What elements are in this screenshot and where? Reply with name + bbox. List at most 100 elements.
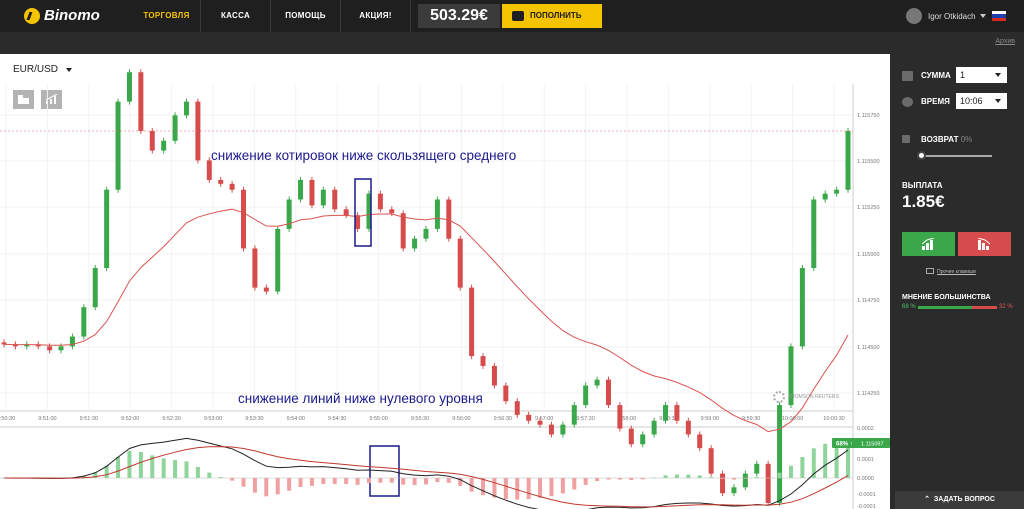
histogram-bar: [366, 478, 371, 484]
candle: [799, 268, 805, 347]
chevron-down-icon: [995, 99, 1001, 103]
candle: [172, 115, 178, 141]
histogram-bar: [526, 478, 531, 500]
candle: [811, 199, 817, 269]
x-tick-label: 9:52:00: [121, 416, 139, 422]
histogram-bar: [138, 451, 143, 478]
candle: [503, 385, 509, 402]
time-label: ВРЕМЯ: [921, 97, 950, 106]
x-tick-label: 9:54:30: [328, 416, 346, 422]
annotation-bottom: снижение линий ниже нулевого уровня: [238, 391, 483, 406]
candle: [663, 405, 669, 421]
chevron-up-icon: ⌃: [924, 496, 934, 503]
histogram-bar: [230, 478, 235, 481]
y-tick-label: 1.115000: [857, 252, 880, 258]
time-select[interactable]: 10:06: [956, 93, 1007, 109]
chevron-down-icon: [995, 73, 1001, 77]
x-tick-label: 9:55:30: [411, 416, 429, 422]
candle: [263, 287, 269, 292]
histogram-bar: [127, 450, 132, 478]
nav-cashier[interactable]: КАССА: [201, 0, 271, 32]
ask-question-button[interactable]: ⌃ ЗАДАТЬ ВОПРОС: [895, 491, 1024, 509]
refund-checkbox[interactable]: [902, 135, 910, 143]
x-tick-label: 9:56:00: [452, 416, 470, 422]
candle: [423, 228, 429, 239]
candle: [640, 434, 646, 445]
candle: [708, 448, 714, 474]
candle: [480, 356, 486, 366]
candle: [298, 179, 304, 200]
candle: [514, 401, 520, 415]
call-button[interactable]: [902, 232, 955, 256]
price-chart[interactable]: 1.115750 1.115500 1.115250 1.115000 1.114750…: [0, 54, 890, 509]
candle: [617, 405, 623, 429]
nav-help[interactable]: ПОМОЩЬ: [271, 0, 341, 32]
refund-value: 0%: [960, 135, 973, 144]
candle: [548, 424, 554, 435]
histogram-bar: [412, 478, 417, 486]
amount-label: СУММА: [921, 71, 951, 80]
candle: [412, 238, 418, 249]
binomo-logo[interactable]: Binomo: [24, 7, 100, 24]
amount-select[interactable]: 1: [956, 67, 1007, 83]
x-tick-label: 9:57:30: [576, 416, 594, 422]
histogram-bar: [435, 478, 440, 483]
candle: [161, 140, 167, 151]
clock-icon: [902, 97, 913, 107]
candle: [697, 434, 703, 449]
deposit-button[interactable]: ПОПОЛНИТЬ: [502, 4, 602, 28]
histogram-bar: [207, 472, 212, 478]
nav-promo[interactable]: АКЦИЯ!: [341, 0, 411, 32]
refund-slider-handle[interactable]: [917, 151, 926, 160]
osc-tick-label: 0.0002: [857, 426, 874, 432]
histogram-bar: [355, 478, 360, 485]
put-button[interactable]: [958, 232, 1011, 256]
x-tick-label: 9:51:00: [38, 416, 56, 422]
nav-trade[interactable]: ТОРГОВЛЯ: [133, 0, 201, 32]
candle: [731, 487, 737, 494]
candle: [58, 346, 64, 351]
y-tick-label: 1.114500: [857, 345, 880, 351]
candle: [309, 179, 315, 206]
histogram-bar: [663, 475, 668, 478]
refund-slider-track[interactable]: [920, 155, 992, 157]
archive-link[interactable]: Архив: [995, 38, 1015, 45]
candle: [765, 463, 771, 503]
candle: [115, 101, 121, 190]
histogram-bar: [503, 478, 508, 500]
balance-display[interactable]: 503.29€: [418, 4, 500, 28]
hotkeys-link[interactable]: Прочие клавиши: [937, 269, 976, 275]
candle: [685, 420, 691, 435]
histogram-bar: [344, 478, 349, 485]
histogram-bar: [252, 478, 257, 493]
x-tick-label: 9:53:00: [204, 416, 222, 422]
histogram-bar: [560, 478, 565, 494]
thomson-reuters-logo: THOMSON REUTERS: [773, 391, 839, 403]
histogram-bar: [800, 457, 805, 478]
candle: [594, 379, 600, 386]
histogram-bar: [686, 474, 691, 478]
histogram-bar: [629, 478, 634, 481]
x-tick-label: 10:00:30: [823, 416, 844, 422]
candle: [720, 473, 726, 494]
keyboard-icon: [926, 268, 934, 274]
x-tick-label: 9:51:30: [80, 416, 98, 422]
sub-bar: Архив: [0, 32, 1024, 54]
majority-down-value: 32 %: [999, 304, 1013, 310]
payout-value: 1.85€: [902, 192, 945, 211]
candle: [742, 473, 748, 488]
candle: [355, 215, 361, 229]
histogram-bar: [572, 478, 577, 490]
candle: [206, 160, 212, 180]
histogram-bar: [173, 459, 178, 478]
russia-flag-icon[interactable]: [992, 11, 1006, 21]
majority-up-value: 68 %: [902, 304, 916, 310]
histogram-bar: [754, 477, 759, 478]
candle: [332, 189, 338, 210]
candle: [183, 101, 189, 116]
candle: [126, 72, 132, 102]
candle: [241, 189, 247, 249]
candle: [149, 130, 155, 151]
histogram-bar: [538, 478, 543, 498]
user-menu[interactable]: Igor Otkidach: [906, 8, 986, 24]
